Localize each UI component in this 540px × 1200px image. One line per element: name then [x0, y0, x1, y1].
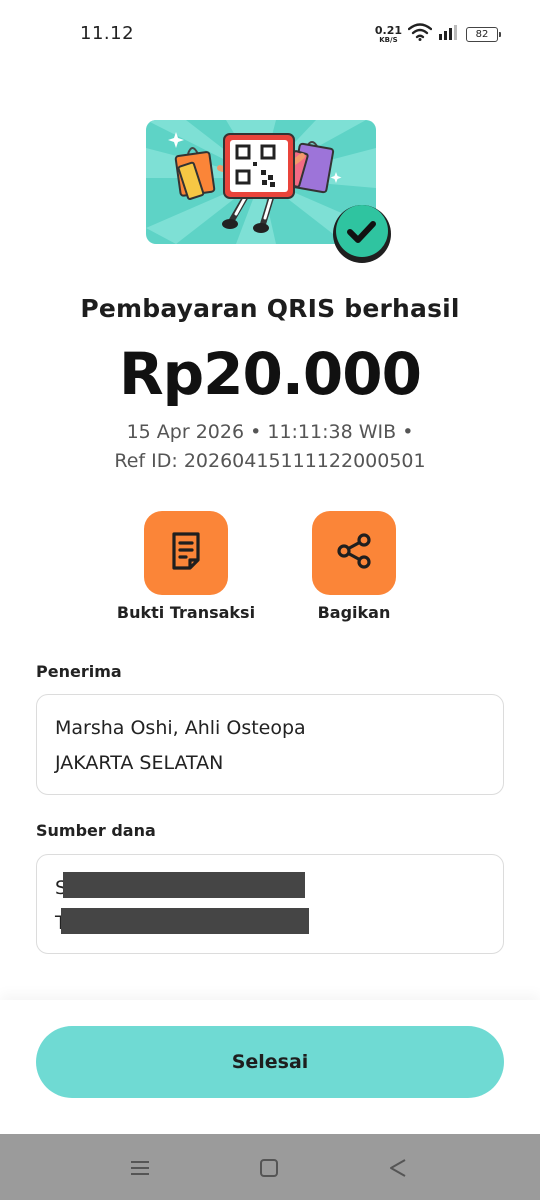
battery-level: 82	[475, 28, 489, 40]
qr-code-icon	[223, 133, 295, 199]
recipient-label: Penerima	[36, 662, 122, 681]
shopping-bag-icon	[174, 147, 216, 200]
network-speed-value: 0.21	[374, 23, 402, 37]
receipt-label: Bukti Transaksi	[116, 603, 256, 622]
share-label: Bagikan	[317, 603, 391, 622]
recipient-name: Marsha Oshi, Ahli Osteopa	[55, 717, 306, 739]
back-triangle-icon[interactable]	[384, 1154, 412, 1182]
status-bar: 11.12 0.21 KB/S 82	[0, 0, 540, 68]
share-action[interactable]: Bagikan	[264, 511, 444, 622]
signal-icon	[438, 24, 460, 44]
status-indicators: 0.21 KB/S 82	[375, 22, 501, 46]
payment-datetime: 15 Apr 2026 • 11:11:38 WIB •	[126, 421, 414, 443]
done-button[interactable]: Selesai	[36, 1026, 504, 1098]
receipt-icon	[169, 531, 203, 575]
payment-status-title: Pembayaran QRIS berhasil	[80, 294, 460, 323]
qris-success-illustration	[146, 118, 394, 266]
payment-amount: Rp20.000	[119, 340, 422, 408]
source-label: Sumber dana	[36, 821, 156, 840]
network-speed-unit: KB/S	[379, 35, 398, 44]
source-card: S T	[36, 854, 504, 954]
share-icon	[334, 531, 374, 575]
network-speed: 0.21 KB/S	[375, 25, 402, 44]
check-badge-icon	[333, 205, 391, 263]
home-square-icon[interactable]	[255, 1154, 283, 1182]
battery-icon: 82	[466, 26, 501, 42]
menu-icon[interactable]	[126, 1154, 154, 1182]
redaction-bar	[61, 908, 309, 934]
receipt-button[interactable]	[144, 511, 228, 595]
wifi-icon	[407, 23, 433, 45]
system-nav-bar	[0, 1134, 540, 1200]
redaction-bar	[63, 872, 305, 898]
payment-ref-id: Ref ID: 20260415111122000501	[114, 450, 426, 472]
share-button[interactable]	[312, 511, 396, 595]
recipient-card: Marsha Oshi, Ahli Osteopa JAKARTA SELATA…	[36, 694, 504, 795]
status-time: 11.12	[80, 23, 135, 44]
recipient-city: JAKARTA SELATAN	[55, 752, 224, 774]
receipt-action[interactable]: Bukti Transaksi	[96, 511, 276, 622]
